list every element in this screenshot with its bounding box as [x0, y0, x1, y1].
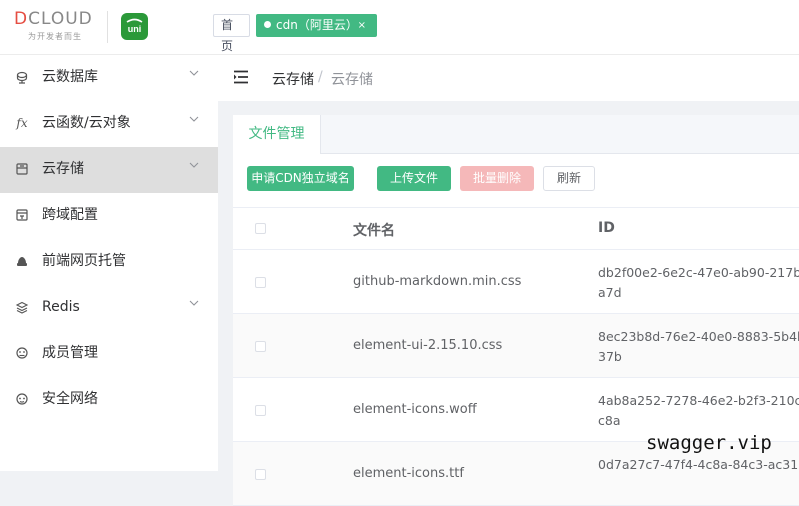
table-header: 文件名 ID: [233, 207, 799, 250]
file-name: element-ui-2.15.10.css: [353, 338, 503, 353]
upload-file-button[interactable]: 上传文件: [377, 166, 451, 191]
sidebar-item-members[interactable]: 成员管理: [0, 331, 218, 377]
file-name: element-icons.ttf: [353, 466, 464, 481]
file-id: 8ec23b8d-76e2-40e0-8883-5b4b06 37b: [598, 327, 799, 367]
uni-logo-icon[interactable]: uni: [121, 13, 148, 40]
card-tab-bar: 文件管理: [233, 115, 799, 154]
row-checkbox[interactable]: [255, 277, 266, 288]
file-id: db2f00e2-6e2c-47e0-ab90-217b9e0 a7d: [598, 263, 799, 303]
logo-text: DCLOUD: [14, 9, 93, 29]
tab-file-management[interactable]: 文件管理: [233, 115, 321, 154]
logo-subtitle: 为开发者而生: [28, 32, 82, 41]
file-id-line: 8ec23b8d-76e2-40e0-8883-5b4b06: [598, 329, 799, 344]
sidebar: 云数据库 fx 云函数/云对象 云存储 跨域配置 前端网页托管 Redis 成员…: [0, 55, 218, 471]
chevron-down-icon: [189, 162, 199, 168]
watermark: swagger.vip: [646, 432, 772, 454]
column-filename: 文件名: [353, 223, 395, 239]
tab-cdn[interactable]: cdn（阿里云） ×: [256, 14, 377, 37]
sidebar-item-storage[interactable]: 云存储: [0, 147, 218, 193]
sidebar-item-cloud-db[interactable]: 云数据库: [0, 55, 218, 101]
file-manager-card: 文件管理 申请CDN独立域名 上传文件 批量删除 刷新 文件名 ID githu…: [233, 115, 799, 506]
sidebar-item-label: 云存储: [42, 161, 84, 177]
active-dot-icon: [264, 21, 271, 28]
table-row[interactable]: element-ui-2.15.10.css 8ec23b8d-76e2-40e…: [233, 314, 799, 378]
chevron-down-icon: [189, 70, 199, 76]
sidebar-item-redis[interactable]: Redis: [0, 285, 218, 331]
row-checkbox[interactable]: [255, 341, 266, 352]
fx-icon: fx: [16, 116, 28, 130]
top-header: DCLOUD 为开发者而生 uni 首页 cdn（阿里云） ×: [0, 0, 799, 55]
menu-toggle-icon[interactable]: [233, 70, 249, 84]
breadcrumb-parent[interactable]: 云存储: [272, 69, 314, 89]
file-id-line: db2f00e2-6e2c-47e0-ab90-217b9e0: [598, 265, 799, 280]
members-icon: [15, 346, 29, 360]
logo-divider: [107, 11, 108, 43]
row-checkbox[interactable]: [255, 405, 266, 416]
sidebar-item-security[interactable]: 安全网络: [0, 377, 218, 423]
tab-home-label: 首页: [221, 18, 234, 53]
breadcrumb-bar: 云存储 / 云存储: [218, 55, 799, 101]
tab-home[interactable]: 首页: [213, 14, 250, 53]
sidebar-item-hosting[interactable]: 前端网页托管: [0, 239, 218, 285]
sidebar-item-functions[interactable]: fx 云函数/云对象: [0, 101, 218, 147]
cloud-db-icon: [15, 70, 29, 84]
dcloud-logo[interactable]: DCLOUD 为开发者而生: [14, 10, 96, 42]
chevron-down-icon: [189, 300, 199, 306]
file-id-line: a7d: [598, 285, 622, 300]
tab-cdn-label: cdn（阿里云）: [276, 18, 358, 32]
sidebar-item-label: 云函数/云对象: [42, 115, 131, 131]
redis-icon: [15, 300, 29, 314]
sidebar-item-label: 云数据库: [42, 69, 98, 85]
cors-icon: [15, 208, 29, 222]
column-id: ID: [598, 220, 615, 236]
file-id-line: c8a: [598, 413, 621, 428]
security-icon: [15, 392, 29, 406]
sidebar-item-label: 成员管理: [42, 345, 98, 361]
file-id: 4ab8a252-7278-46e2-b2f3-210c87 c8a: [598, 391, 799, 431]
batch-delete-button[interactable]: 批量删除: [460, 166, 534, 191]
svg-text:uni: uni: [128, 24, 142, 34]
refresh-button[interactable]: 刷新: [543, 166, 595, 191]
file-name: github-markdown.min.css: [353, 274, 522, 289]
file-id-line: 0d7a27c7-47f4-4c8a-84c3-ac31827: [598, 457, 799, 472]
file-id-line: 4ab8a252-7278-46e2-b2f3-210c87: [598, 393, 799, 408]
file-id: 0d7a27c7-47f4-4c8a-84c3-ac31827: [598, 455, 799, 475]
breadcrumb-current: 云存储: [331, 72, 373, 88]
breadcrumb-separator: /: [318, 69, 323, 85]
sidebar-item-label: Redis: [42, 299, 80, 315]
close-icon[interactable]: ×: [358, 15, 366, 36]
apply-cdn-domain-button[interactable]: 申请CDN独立域名: [247, 166, 354, 191]
file-name: element-icons.woff: [353, 402, 477, 417]
sidebar-item-label: 前端网页托管: [42, 253, 126, 269]
storage-icon: [15, 162, 29, 176]
hosting-icon: [15, 254, 29, 268]
sidebar-item-label: 跨域配置: [42, 207, 98, 223]
sidebar-item-cors[interactable]: 跨域配置: [0, 193, 218, 239]
chevron-down-icon: [189, 116, 199, 122]
file-id-line: 37b: [598, 349, 622, 364]
sidebar-item-label: 安全网络: [42, 391, 98, 407]
select-all-checkbox[interactable]: [255, 223, 266, 234]
table-row[interactable]: github-markdown.min.css db2f00e2-6e2c-47…: [233, 250, 799, 314]
